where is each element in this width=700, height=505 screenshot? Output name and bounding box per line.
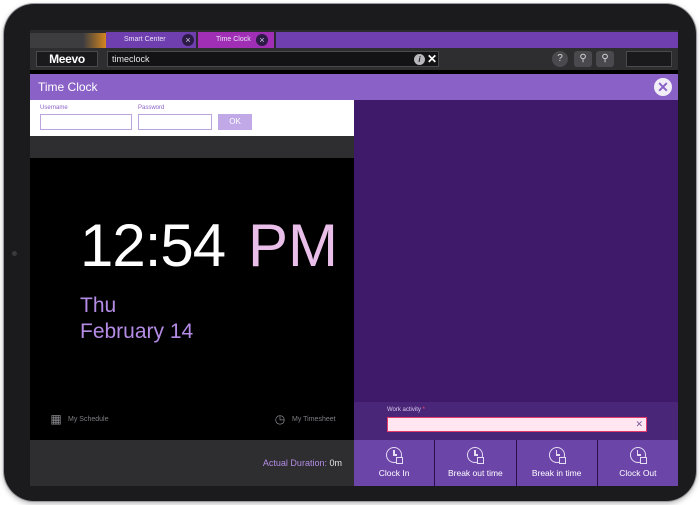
close-icon[interactable]: ✕ xyxy=(654,78,672,96)
search-icon[interactable]: ⚲ xyxy=(596,51,614,67)
check-badge-icon xyxy=(396,457,404,464)
app-screen: Smart Center × Time Clock × Meevo i ✕ ? … xyxy=(30,30,678,486)
clock-date: February 14 xyxy=(80,320,194,343)
clear-icon[interactable]: ✕ xyxy=(635,418,643,431)
password-label: Password xyxy=(138,105,165,111)
meevo-logo[interactable]: Meevo xyxy=(36,51,98,67)
action-label: Break in time xyxy=(531,468,582,478)
user-pin-icon[interactable]: ⚲ xyxy=(574,51,592,67)
search-input[interactable] xyxy=(107,51,439,67)
username-field[interactable] xyxy=(40,114,132,130)
title-bar: Time Clock ✕ xyxy=(30,74,678,100)
x-badge-icon xyxy=(639,457,647,464)
close-tab-icon[interactable]: × xyxy=(256,34,268,46)
top-nav: Meevo i ✕ ? ⚲ ⚲ xyxy=(30,48,678,70)
tab-bar-accent xyxy=(30,33,106,48)
tab-strip-fill xyxy=(276,32,678,48)
action-label: Clock Out xyxy=(619,468,657,478)
duration-bar: Actual Duration: 0m xyxy=(30,440,354,486)
info-icon[interactable]: i xyxy=(414,54,425,65)
tab-label: Time Clock xyxy=(216,36,251,43)
tab-smart-center[interactable]: Smart Center × xyxy=(106,32,196,48)
required-mark: * xyxy=(422,407,425,413)
work-activity-label-text: Work activity xyxy=(387,407,421,413)
my-timesheet-link[interactable]: ◷ My Timesheet xyxy=(272,412,336,428)
tab-time-clock[interactable]: Time Clock × xyxy=(198,32,274,48)
work-activity-label: Work activity * xyxy=(387,407,425,413)
clock-day: Thu xyxy=(80,294,117,317)
work-activity-input[interactable]: ✕ xyxy=(387,417,647,432)
my-schedule-link[interactable]: ▦ My Schedule xyxy=(48,412,108,428)
login-panel: Username Password OK xyxy=(30,100,354,136)
page-title: Time Clock xyxy=(38,80,98,94)
clock-ampm: PM xyxy=(248,212,338,279)
action-label: Break out time xyxy=(447,468,503,478)
actual-duration: Actual Duration: 0m xyxy=(263,440,342,486)
check-badge-icon xyxy=(558,457,566,464)
clock-in-button[interactable]: Clock In xyxy=(354,440,435,486)
action-bar: Clock In Break out time Break in time Cl… xyxy=(354,440,678,486)
duration-label: Actual Duration: xyxy=(262,458,327,468)
close-tab-icon[interactable]: × xyxy=(182,34,194,46)
asterisk-badge-icon xyxy=(477,457,485,464)
right-panel xyxy=(354,100,678,402)
tab-label: Smart Center xyxy=(124,36,166,43)
tab-bar: Smart Center × Time Clock × xyxy=(30,30,678,48)
clock-person-icon: ◷ xyxy=(274,412,286,427)
camera-dot xyxy=(12,251,17,256)
action-label: Clock In xyxy=(378,468,410,478)
my-schedule-label: My Schedule xyxy=(68,416,109,423)
login-divider xyxy=(30,136,354,158)
clock-time: 12:54 xyxy=(80,212,226,279)
tablet-frame: Smart Center × Time Clock × Meevo i ✕ ? … xyxy=(4,4,696,501)
clear-search-icon[interactable]: ✕ xyxy=(427,51,437,67)
break-in-button[interactable]: Break in time xyxy=(515,440,597,486)
ok-button[interactable]: OK xyxy=(218,114,252,130)
clock-out-button[interactable]: Clock Out xyxy=(596,440,678,486)
work-activity-area: Work activity * ✕ xyxy=(354,402,678,440)
account-box[interactable] xyxy=(626,51,672,67)
help-button[interactable]: ? xyxy=(552,51,568,67)
my-timesheet-label: My Timesheet xyxy=(292,416,336,423)
calendar-icon: ▦ xyxy=(50,412,62,427)
break-out-button[interactable]: Break out time xyxy=(434,440,516,486)
username-label: Username xyxy=(40,105,68,111)
duration-value: 0m xyxy=(329,458,342,468)
password-field[interactable] xyxy=(138,114,212,130)
